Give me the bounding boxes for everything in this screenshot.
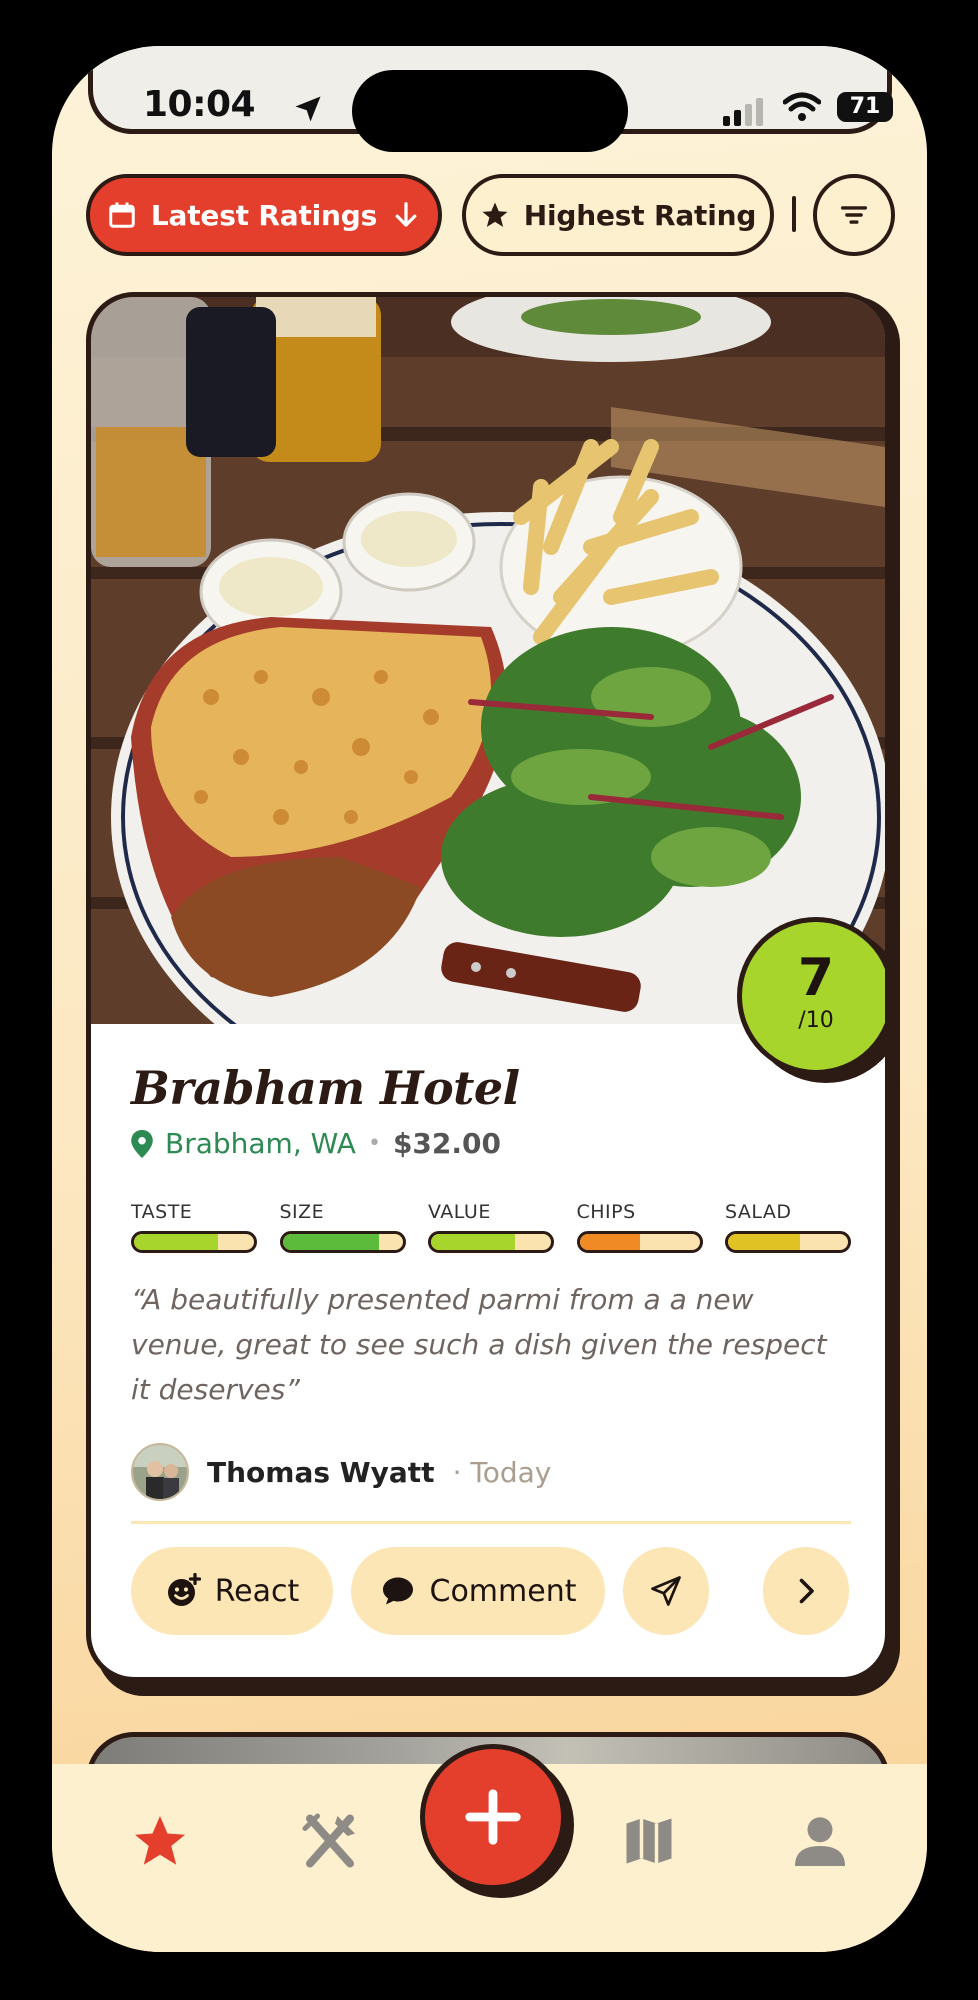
filter-icon (840, 206, 868, 224)
score-value: 7 (797, 948, 835, 1008)
rating-bar (576, 1231, 703, 1253)
location-pin-icon (131, 1129, 153, 1158)
latest-ratings-filter[interactable]: Latest Ratings (86, 174, 442, 256)
location-arrow-icon (295, 96, 321, 122)
tab-venues[interactable] (295, 1806, 365, 1876)
score-badge: 7 /10 (737, 917, 885, 1085)
tab-map[interactable] (614, 1806, 684, 1876)
highest-rating-filter[interactable]: Highest Rating (462, 174, 774, 256)
react-button[interactable]: React (131, 1547, 333, 1635)
food-photo (91, 297, 885, 1024)
score-max: /10 (798, 1008, 834, 1033)
avatar[interactable] (131, 1443, 189, 1501)
rating-bar-fill (579, 1234, 640, 1250)
fork-knife-icon (302, 1813, 355, 1868)
rating-size: SIZE (279, 1201, 406, 1253)
emoji-add-icon (167, 1573, 201, 1606)
rating-bar (131, 1231, 257, 1253)
comment-label: Comment (429, 1573, 577, 1609)
person-icon (795, 1817, 845, 1866)
signal-icon (723, 98, 763, 126)
chevron-right-icon (799, 1578, 814, 1604)
arrow-down-icon (395, 202, 417, 227)
rating-label: SIZE (279, 1201, 325, 1223)
plus-icon (465, 1789, 521, 1845)
next-button[interactable] (763, 1547, 849, 1635)
rating-bar (279, 1231, 406, 1253)
place-name[interactable]: Brabham Hotel (131, 1061, 520, 1115)
highest-rating-label: Highest Rating (523, 198, 757, 232)
review-quote: “A beautifully presented parmi from a a … (131, 1283, 827, 1406)
rating-salad: SALAD (725, 1201, 851, 1253)
author-row[interactable]: Thomas Wyatt · Today (131, 1443, 551, 1501)
rating-taste: TASTE (131, 1201, 257, 1253)
divider (131, 1521, 851, 1524)
rating-bar-fill (431, 1234, 515, 1250)
rating-chips: CHIPS (576, 1201, 703, 1253)
latest-ratings-label: Latest Ratings (150, 198, 378, 232)
post-time: · Today (452, 1455, 552, 1489)
author-name[interactable]: Thomas Wyatt (207, 1456, 435, 1489)
rating-bar (725, 1231, 851, 1253)
price: $32.00 (392, 1127, 501, 1160)
map-icon (626, 1818, 672, 1864)
location-text[interactable]: Brabham, WA (165, 1127, 356, 1160)
rating-bar (428, 1231, 554, 1253)
rating-label: TASTE (131, 1201, 193, 1223)
star-icon (482, 202, 508, 227)
comment-button[interactable]: Comment (351, 1547, 605, 1635)
rating-bar-fill (282, 1234, 379, 1250)
calendar-icon (109, 202, 135, 228)
meta-separator: • (367, 1131, 381, 1156)
send-icon (651, 1576, 681, 1606)
place-meta: Brabham, WA • $32.00 (131, 1127, 501, 1160)
rating-bar-fill (728, 1234, 800, 1250)
filter-button[interactable] (813, 174, 895, 256)
add-rating-button[interactable] (420, 1744, 574, 1898)
dynamic-island (352, 70, 628, 152)
react-label: React (214, 1573, 300, 1609)
tab-ratings[interactable] (125, 1806, 195, 1876)
rating-bars: TASTE SIZE VALUE CHIPS SALAD (131, 1201, 851, 1253)
rating-value: VALUE (428, 1201, 554, 1253)
chip-overflow-edge (792, 196, 796, 232)
rating-label: VALUE (428, 1201, 491, 1223)
rating-bar-fill (134, 1234, 218, 1250)
star-icon (135, 1816, 185, 1865)
tab-profile[interactable] (785, 1806, 855, 1876)
phone-screen: 10:04 71 Latest Ratings Highest Rating 7… (52, 46, 927, 1952)
rating-card[interactable]: 7 /10 Brabham Hotel Brabham, WA • $32.00… (86, 292, 890, 1682)
wifi-icon (783, 92, 821, 121)
battery-icon: 71 (837, 92, 893, 122)
share-button[interactable] (623, 1547, 709, 1635)
rating-label: CHIPS (576, 1201, 636, 1223)
comment-icon (382, 1577, 413, 1605)
rating-label: SALAD (725, 1201, 792, 1223)
status-time: 10:04 (143, 84, 256, 125)
